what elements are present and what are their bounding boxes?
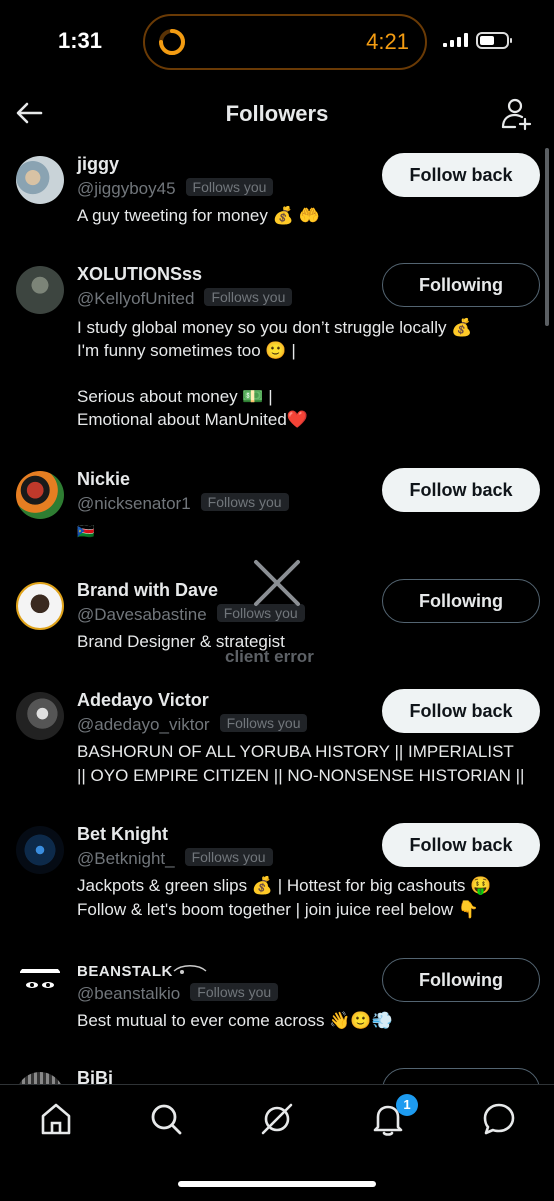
follower-bio: A guy tweeting for money 💰 🤲 [77,206,320,225]
page-header: Followers [0,88,554,144]
follows-you-badge: Follows you [204,288,293,306]
timer-icon [159,29,185,55]
follower-name: Bet Knight [77,824,168,844]
follower-name: Brand with Dave [77,580,219,600]
following-button[interactable]: Following [382,579,540,623]
status-bar: 1:31 4:21 [0,0,554,85]
scrollbar[interactable] [545,148,549,326]
follower-handle: @nicksenator1 [77,494,191,513]
avatar[interactable] [16,156,64,204]
messages-icon[interactable] [479,1099,519,1139]
avatar[interactable] [16,826,64,874]
follower-handle: @Betknight_ [77,849,175,868]
search-icon[interactable] [146,1099,186,1139]
beanstalk-logo [20,969,60,988]
follows-you-badge: Follows you [185,178,274,196]
follower-name: Adedayo Victor [77,690,209,710]
eye-emblem-icon [173,965,207,974]
avatar[interactable] [16,266,64,314]
follow-back-button[interactable]: Follow back [382,689,540,733]
follower-name: XOLUTIONSss [77,264,203,284]
follower-bio: Jackpots & green slips 💰 | Hottest for b… [77,876,492,919]
follower-name: BEANSTALK [77,963,173,980]
avatar[interactable] [16,692,64,740]
battery-icon [476,32,512,49]
client-error-label: client error [225,647,314,666]
signal-icon [443,33,468,47]
follower-bio: 🇸🇸 [77,523,95,539]
home-icon[interactable] [36,1099,76,1139]
follows-you-badge: Follows you [190,983,279,1001]
home-indicator[interactable] [178,1181,376,1187]
dynamic-island[interactable]: 4:21 [143,14,427,70]
follower-bio: Best mutual to ever come across 👋🙂💨 [77,1011,393,1030]
avatar[interactable] [16,961,64,1009]
follower-handle: @jiggyboy45 [77,179,176,198]
add-user-icon[interactable] [498,96,534,132]
follow-back-button[interactable]: Follow back [382,823,540,867]
avatar[interactable] [16,471,64,519]
follower-name: jiggy [77,154,120,174]
timer-countdown: 4:21 [366,29,409,54]
follower-name: Nickie [77,469,131,489]
follower-handle: @Davesabastine [77,605,207,624]
follow-back-button[interactable]: Follow back [382,153,540,197]
close-icon[interactable] [252,558,302,608]
status-time: 1:31 [58,28,103,53]
following-button[interactable]: Following [382,958,540,1002]
follower-bio: BASHORUN OF ALL YORUBA HISTORY || IMPERI… [77,742,525,785]
following-button[interactable]: Following [382,263,540,307]
notification-count-badge: 1 [396,1094,418,1116]
follower-handle: @KellyofUnited [77,289,195,308]
follows-you-badge: Follows you [184,848,273,866]
follow-back-button[interactable]: Follow back [382,468,540,512]
page-title: Followers [225,101,329,126]
follows-you-badge: Follows you [219,714,308,732]
follower-handle: @beanstalkio [77,984,181,1003]
follower-bio: I study global money so you don’t strugg… [77,318,473,429]
follower-handle: @adedayo_viktor [77,715,210,734]
avatar[interactable] [16,582,64,630]
follows-you-badge: Follows you [200,493,289,511]
grok-icon[interactable] [257,1099,297,1139]
